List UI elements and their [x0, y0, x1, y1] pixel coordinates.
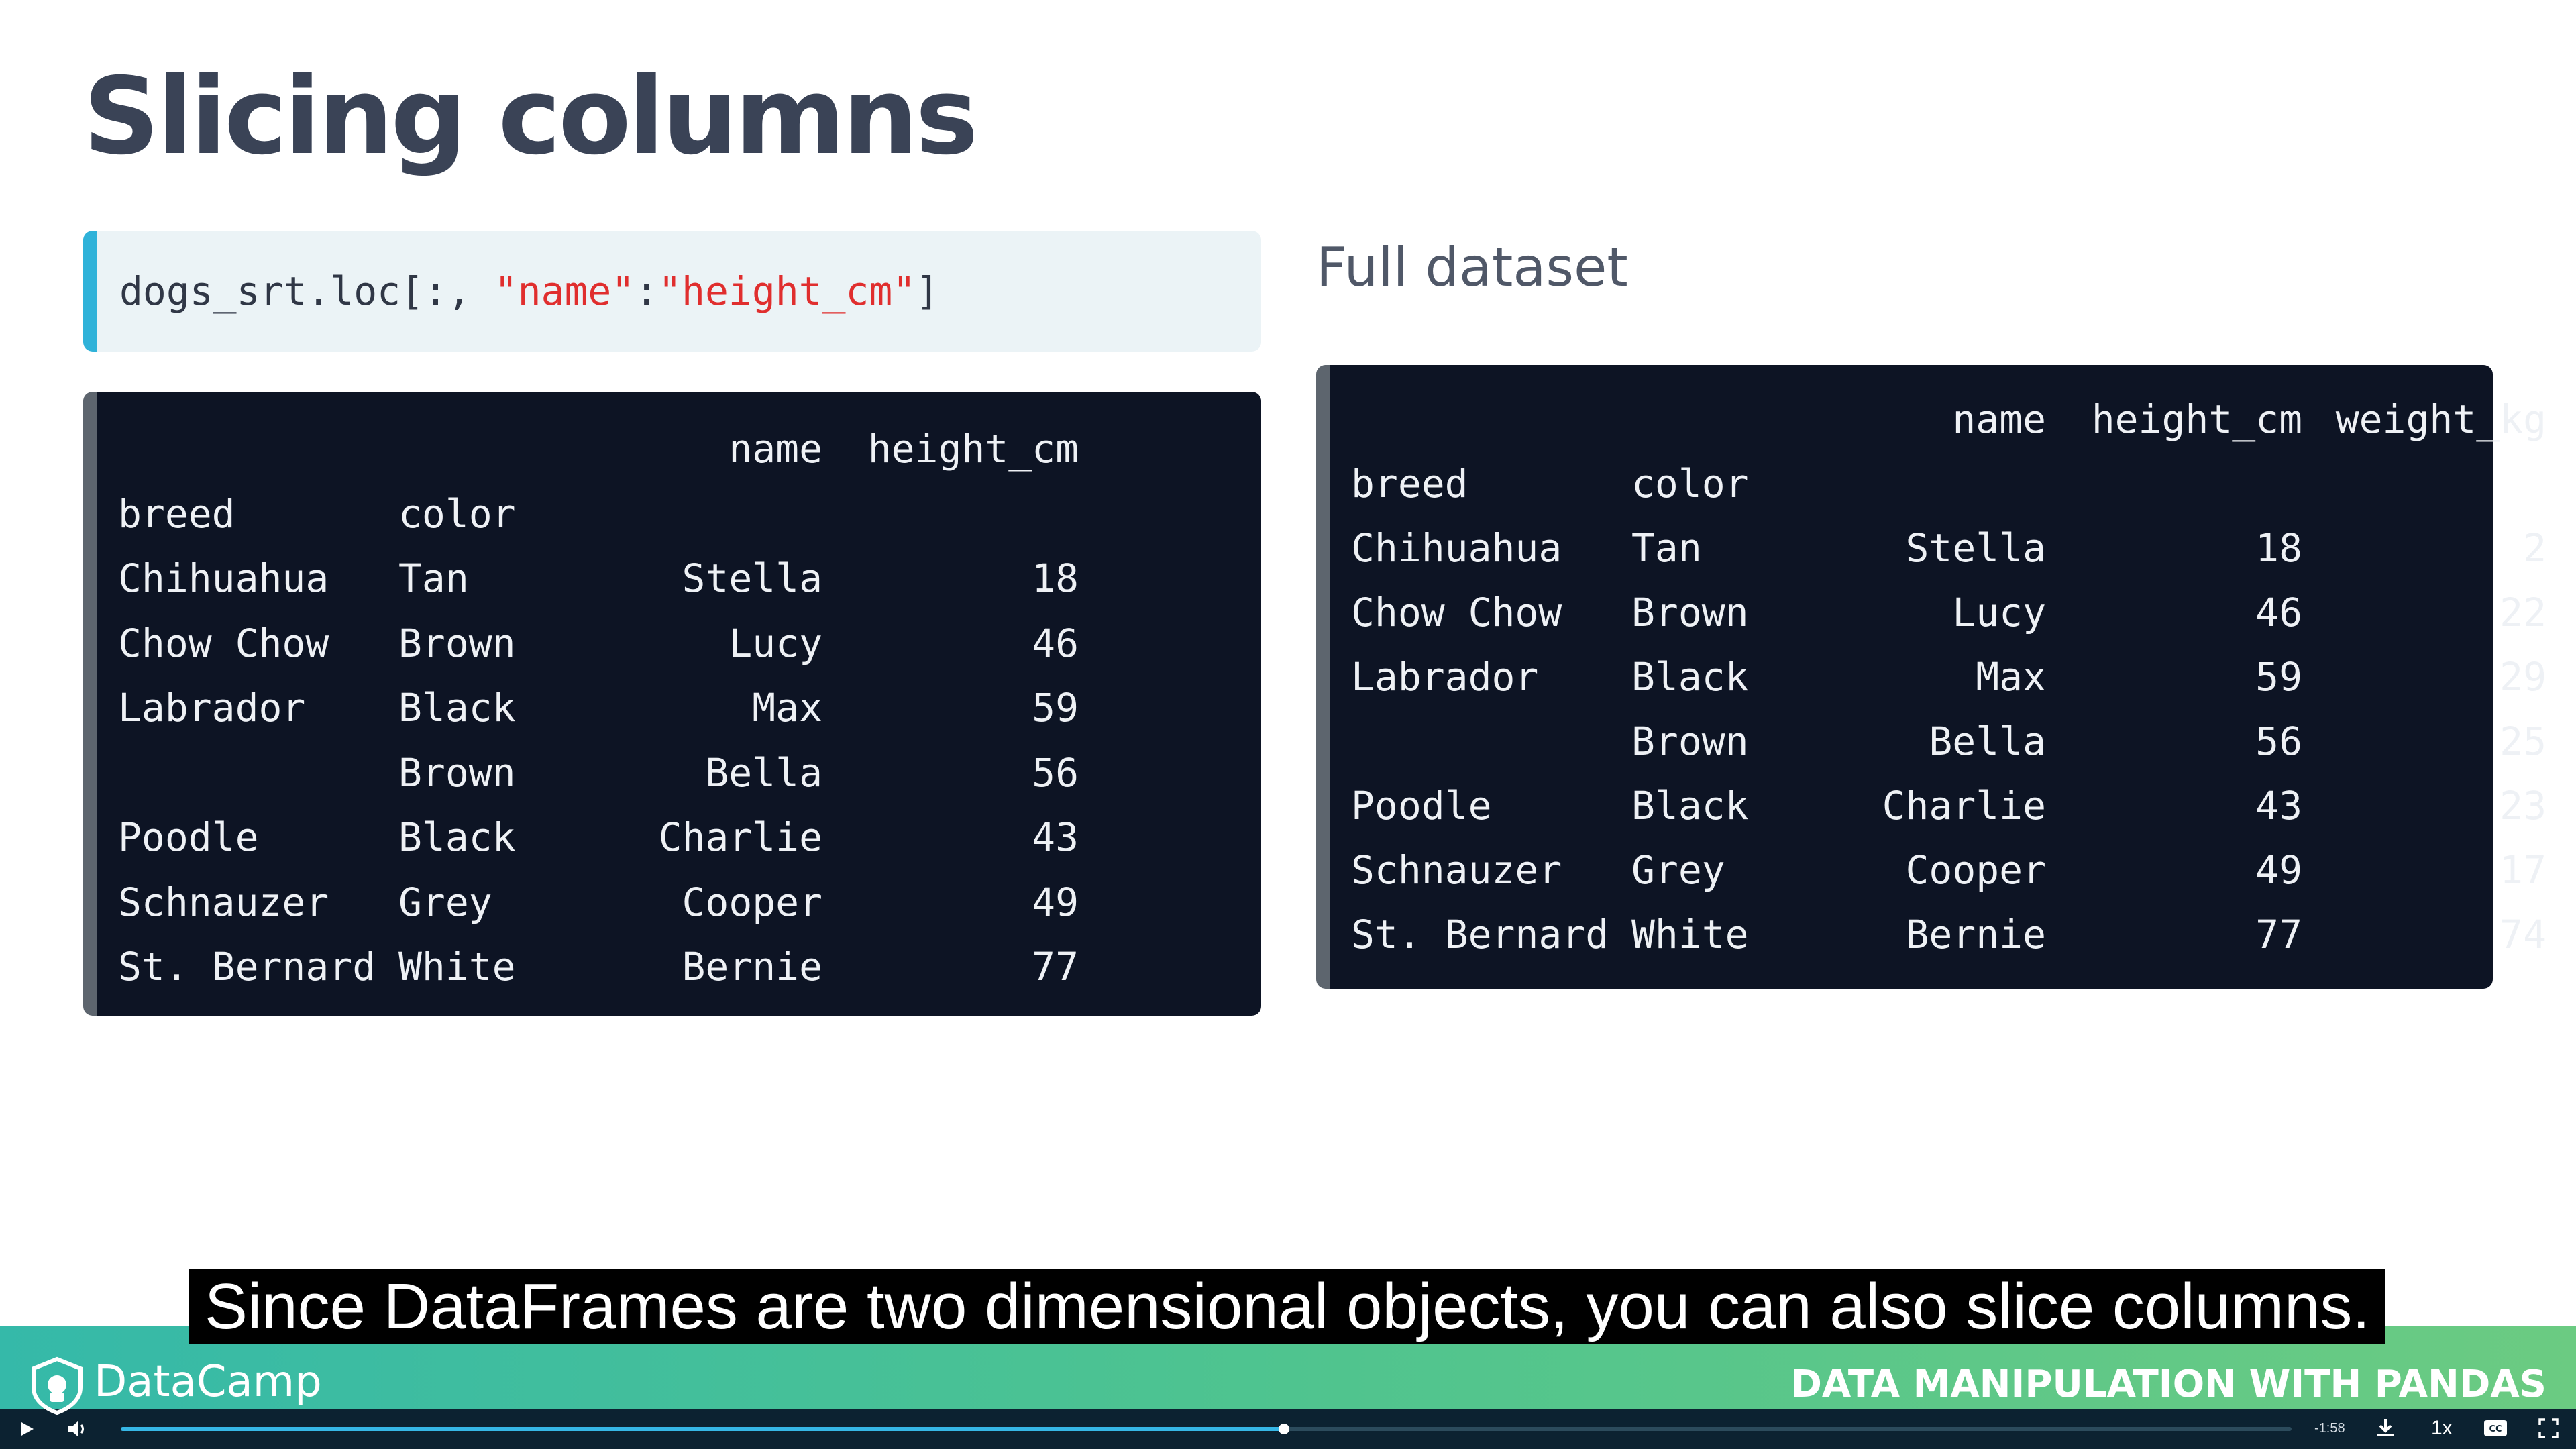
color-cell: Black — [398, 685, 516, 731]
breed-cell: Poodle — [1351, 783, 1492, 828]
sliced-output-table: name height_cmbreed color Chihuahua Tan Stell… — [83, 392, 1261, 1016]
color-cell: Brown — [398, 620, 516, 666]
code-string-name: "name" — [494, 268, 635, 314]
breed-cell: Chow Chow — [118, 620, 329, 666]
height_cm-cell: 77 — [1032, 944, 1079, 989]
name-cell: Bella — [705, 749, 822, 796]
height_cm-cell: 77 — [2255, 912, 2302, 957]
name-cell: Stella — [682, 555, 822, 601]
datacamp-logo-icon — [32, 1356, 83, 1415]
playback-speed[interactable]: 1x — [2431, 1417, 2453, 1440]
breed-cell: St. Bernard — [1351, 912, 1609, 957]
height_cm-cell: 18 — [1032, 555, 1079, 601]
index-name: color — [398, 490, 516, 537]
color-cell: Brown — [398, 749, 516, 796]
code-suffix: ] — [916, 268, 940, 314]
full-dataset-label: Full dataset — [1316, 236, 1628, 299]
color-cell: Grey — [1631, 847, 1725, 893]
column-header: name — [729, 426, 822, 472]
code-colon: : — [635, 268, 659, 314]
color-cell: White — [1631, 912, 1749, 957]
breed-cell: Poodle — [118, 814, 259, 860]
breed-cell: St. Bernard — [118, 944, 376, 989]
height_cm-cell: 56 — [2255, 718, 2302, 764]
name-cell: Lucy — [729, 620, 822, 666]
color-cell: Brown — [1631, 590, 1749, 635]
index-name: color — [1631, 461, 1749, 506]
weight_kg-cell: 23 — [2500, 783, 2546, 828]
breed-cell: Chihuahua — [118, 555, 329, 601]
breed-cell: Labrador — [118, 685, 306, 731]
weight_kg-cell: 25 — [2500, 718, 2546, 764]
name-cell: Bernie — [682, 944, 822, 989]
height_cm-cell: 46 — [1032, 620, 1079, 666]
column-header: height_cm — [867, 426, 1079, 472]
column-header: name — [1952, 396, 2046, 442]
course-title: DATA MANIPULATION WITH PANDAS — [1790, 1362, 2546, 1406]
color-cell: Black — [1631, 783, 1749, 828]
index-name: breed — [1351, 461, 1468, 506]
weight_kg-cell: 29 — [2500, 654, 2546, 700]
index-name: breed — [118, 490, 235, 537]
color-cell: Tan — [398, 555, 469, 601]
column-header: height_cm — [2091, 396, 2302, 442]
weight_kg-cell: 17 — [2500, 847, 2546, 893]
name-cell: Cooper — [682, 879, 822, 925]
weight_kg-cell: 74 — [2500, 912, 2546, 957]
name-cell: Charlie — [1882, 783, 2046, 828]
svg-text:CC: CC — [2489, 1424, 2502, 1434]
color-cell: Black — [398, 814, 516, 860]
name-cell: Bella — [1929, 718, 2046, 764]
name-cell: Bernie — [1905, 912, 2046, 957]
breed-cell: Schnauzer — [1351, 847, 1562, 893]
color-cell: White — [398, 944, 516, 989]
color-cell: Tan — [1631, 525, 1702, 571]
time-remaining: -1:58 — [2314, 1421, 2345, 1436]
name-cell: Cooper — [1905, 847, 2046, 893]
name-cell: Lucy — [1952, 590, 2046, 635]
height_cm-cell: 49 — [1032, 879, 1079, 925]
slide-title: Slicing columns — [83, 55, 979, 178]
color-cell: Grey — [398, 879, 492, 925]
name-cell: Max — [752, 685, 822, 731]
progress-fill — [121, 1427, 1284, 1431]
code-block: dogs_srt.loc[:, "name":"height_cm"] — [83, 231, 1261, 352]
download-icon[interactable] — [2375, 1417, 2396, 1438]
weight_kg-cell: 22 — [2500, 590, 2546, 635]
captions-icon[interactable]: CC — [2483, 1419, 2508, 1437]
breed-cell: Schnauzer — [118, 879, 329, 925]
color-cell: Black — [1631, 654, 1749, 700]
weight_kg-cell: 2 — [2523, 525, 2546, 571]
code-string-height: "height_cm" — [658, 268, 916, 314]
datacamp-brand: DataCamp — [94, 1357, 322, 1407]
breed-cell: Labrador — [1351, 654, 1539, 700]
play-icon[interactable] — [19, 1421, 35, 1437]
name-cell: Charlie — [658, 814, 822, 860]
name-cell: Stella — [1905, 525, 2046, 571]
color-cell: Brown — [1631, 718, 1749, 764]
breed-cell: Chow Chow — [1351, 590, 1562, 635]
height_cm-cell: 59 — [1032, 685, 1079, 731]
full-dataset-table: name height_cm weight_kgbreed color Chihuahu… — [1316, 365, 2546, 989]
height_cm-cell: 43 — [1032, 814, 1079, 860]
height_cm-cell: 18 — [2255, 525, 2302, 571]
column-header: weight_kg — [2335, 396, 2546, 442]
subtitle-caption: Since DataFrames are two dimensional obj… — [189, 1269, 2385, 1344]
height_cm-cell: 46 — [2255, 590, 2302, 635]
code-prefix: dogs_srt.loc[:, — [119, 268, 494, 314]
height_cm-cell: 56 — [1032, 749, 1079, 796]
height_cm-cell: 43 — [2255, 783, 2302, 828]
breed-cell: Chihuahua — [1351, 525, 1562, 571]
progress-handle[interactable] — [1279, 1424, 1289, 1434]
volume-icon[interactable] — [67, 1419, 87, 1438]
fullscreen-icon[interactable] — [2538, 1418, 2559, 1438]
height_cm-cell: 49 — [2255, 847, 2302, 893]
name-cell: Max — [1976, 654, 2046, 700]
height_cm-cell: 59 — [2255, 654, 2302, 700]
